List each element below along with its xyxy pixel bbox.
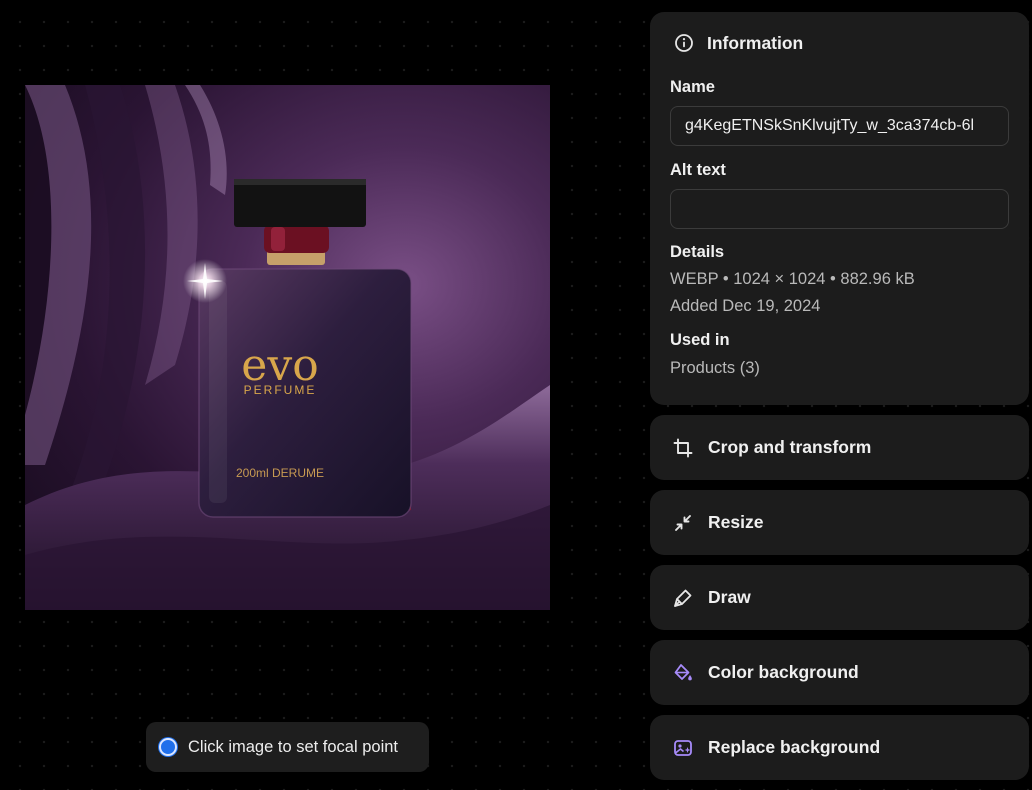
alt-text-field[interactable] (670, 189, 1009, 229)
name-field[interactable] (670, 106, 1009, 146)
replace-background-icon (672, 737, 694, 759)
used-in-label: Used in (670, 331, 730, 349)
color-background-button[interactable]: Color background (650, 640, 1029, 705)
alt-text-label: Alt text (670, 161, 726, 179)
draw-icon (672, 587, 694, 609)
color-background-label: Color background (708, 662, 859, 682)
draw-label: Draw (708, 587, 751, 607)
information-title: Information (707, 32, 804, 53)
resize-label: Resize (708, 512, 764, 532)
information-header: Information (673, 32, 1009, 54)
info-icon (673, 32, 695, 54)
perfume-product-image: evo PERFUME 200ml DERUME (25, 85, 550, 610)
bottle-subbrand-text: PERFUME (244, 383, 317, 397)
crop-icon (672, 437, 694, 459)
focal-point-hint: Click image to set focal point (146, 722, 429, 772)
draw-button[interactable]: Draw (650, 565, 1029, 630)
name-label: Name (670, 78, 715, 96)
details-format-text: WEBP • 1024 × 1024 • 882.96 kB (670, 270, 915, 288)
focal-point-hint-text: Click image to set focal point (188, 737, 399, 756)
details-label: Details (670, 243, 725, 261)
replace-background-label: Replace background (708, 737, 881, 757)
details-added-text: Added Dec 19, 2024 (670, 297, 821, 315)
resize-button[interactable]: Resize (650, 490, 1029, 555)
color-background-icon (672, 662, 694, 684)
information-panel: Information Name Alt text Details WEBP •… (650, 12, 1029, 405)
image-preview[interactable]: evo PERFUME 200ml DERUME (25, 85, 550, 610)
crop-and-transform-button[interactable]: Crop and transform (650, 415, 1029, 480)
resize-icon (672, 512, 694, 534)
crop-and-transform-label: Crop and transform (708, 437, 872, 457)
replace-background-button[interactable]: Replace background (650, 715, 1029, 780)
used-in-products-link[interactable]: Products (3) (670, 359, 1009, 378)
focal-point-dot-icon (159, 738, 177, 756)
bottle-volume-text: 200ml DERUME (236, 466, 324, 480)
